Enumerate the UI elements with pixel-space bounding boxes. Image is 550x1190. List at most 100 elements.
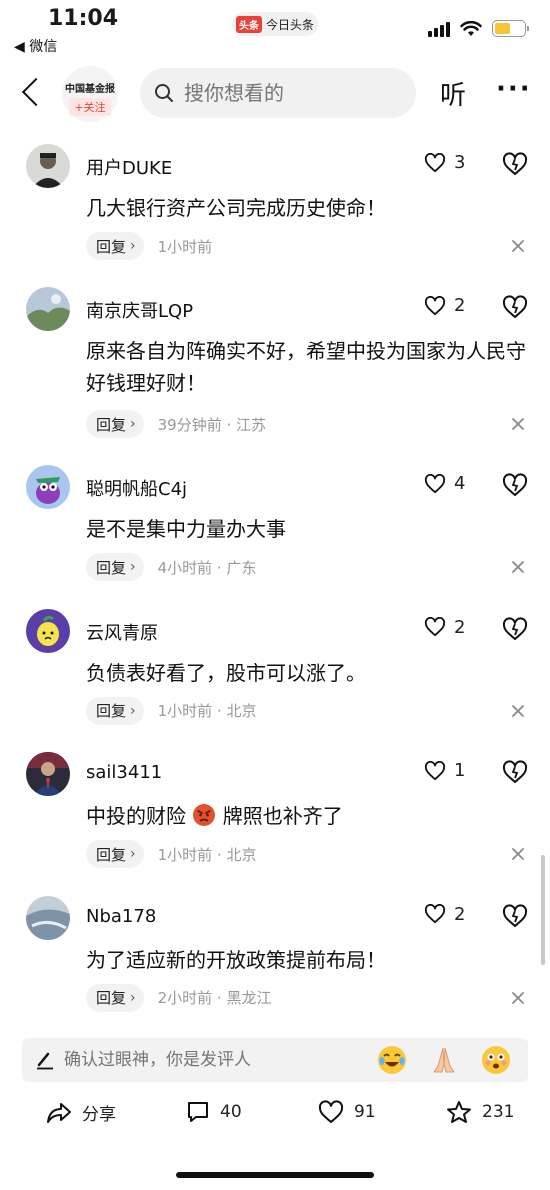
close-icon[interactable] xyxy=(510,559,526,575)
share-button[interactable]: 分享 xyxy=(46,1100,116,1125)
close-icon[interactable] xyxy=(510,416,526,432)
heart-icon xyxy=(318,1100,344,1123)
wifi-icon xyxy=(460,20,482,36)
like-count: 1 xyxy=(454,760,466,782)
reply-label: 回复 xyxy=(96,845,127,864)
like-button[interactable]: 4 xyxy=(424,473,465,494)
publisher-avatar[interactable]: 中国基金报 +关注 xyxy=(62,66,118,122)
back-to-app-link[interactable]: ◀ 微信 xyxy=(14,36,57,56)
comment-username[interactable]: 用户DUKE xyxy=(86,154,172,180)
reply-label: 回复 xyxy=(96,237,127,256)
avatar[interactable] xyxy=(26,287,70,332)
like-button[interactable]: 2 xyxy=(424,904,465,925)
heart-icon xyxy=(424,295,446,315)
broken-heart-icon[interactable] xyxy=(502,617,528,641)
broken-heart-icon[interactable] xyxy=(502,760,528,784)
comment-item: sail3411 1 中投的财险 牌照也补齐了 回复 › 1小时前 · 北京 xyxy=(0,748,550,891)
broken-heart-icon[interactable] xyxy=(502,903,528,928)
avatar[interactable] xyxy=(26,144,70,188)
like-button[interactable]: 2 xyxy=(424,617,465,638)
close-icon[interactable] xyxy=(510,990,526,1006)
bottom-action-bar: 分享 40 91 231 xyxy=(0,1096,550,1132)
comment-input-bar[interactable] xyxy=(22,1038,528,1082)
comment-text: 几大银行资产公司完成历史使命！ xyxy=(86,196,386,220)
reply-label: 回复 xyxy=(96,989,127,1008)
publisher-name: 中国基金报 xyxy=(65,84,115,95)
flushed-face-emoji-icon[interactable] xyxy=(480,1044,512,1076)
chevron-right-icon: › xyxy=(130,702,136,719)
like-count: 2 xyxy=(454,903,466,925)
comment-time: 1小时前 xyxy=(157,237,213,256)
search-input[interactable] xyxy=(184,81,404,105)
comment-bubble-icon xyxy=(188,1102,208,1122)
reply-button[interactable]: 回复 › xyxy=(86,232,144,260)
reply-label: 回复 xyxy=(96,415,127,434)
comment-time: 1小时前 · 北京 xyxy=(157,702,257,721)
heart-icon xyxy=(424,473,446,493)
close-icon[interactable] xyxy=(510,703,526,719)
heart-icon xyxy=(424,152,446,172)
comment-text-part: 中投的财险 xyxy=(86,804,186,829)
reply-label: 回复 xyxy=(96,558,127,577)
close-icon[interactable] xyxy=(510,238,526,254)
star-icon xyxy=(447,1101,471,1123)
comment-input[interactable] xyxy=(64,1050,364,1070)
reply-button[interactable]: 回复 › xyxy=(86,696,144,725)
favorite-count: 231 xyxy=(482,1102,515,1122)
system-icons xyxy=(428,20,529,37)
comment-meta: 回复 › 4小时前 · 广东 xyxy=(86,553,257,582)
like-button[interactable]: 1 xyxy=(424,760,465,781)
more-options-button[interactable]: ··· xyxy=(496,74,532,104)
scrollbar-thumb[interactable] xyxy=(541,855,545,965)
broken-heart-icon[interactable] xyxy=(502,295,528,319)
comment-meta: 回复 › 2小时前 · 黑龙江 xyxy=(86,983,271,1012)
cellular-signal-icon xyxy=(428,21,450,37)
comment-username[interactable]: 南京庆哥LQP xyxy=(86,297,193,323)
comment-username[interactable]: 云风青原 xyxy=(86,619,158,645)
like-button[interactable]: 2 xyxy=(424,295,465,316)
search-bar[interactable] xyxy=(140,68,416,118)
avatar[interactable] xyxy=(26,752,70,797)
avatar[interactable] xyxy=(26,465,70,510)
like-button[interactable]: 3 xyxy=(424,152,465,173)
reply-button[interactable]: 回复 › xyxy=(86,983,144,1012)
comment-time: 4小时前 · 广东 xyxy=(157,558,257,577)
broken-heart-icon[interactable] xyxy=(502,473,528,497)
chevron-right-icon: › xyxy=(130,238,136,254)
reply-button[interactable]: 回复 › xyxy=(86,840,144,869)
comment-time: 1小时前 · 北京 xyxy=(157,845,257,864)
like-count: 2 xyxy=(454,295,466,317)
comment-username[interactable]: 聪明帆船C4j xyxy=(86,475,187,501)
share-label: 分享 xyxy=(82,1105,116,1125)
comment-text: 是不是集中力量办大事 xyxy=(86,517,286,542)
pen-icon xyxy=(37,1052,53,1070)
close-icon[interactable] xyxy=(510,846,526,862)
comment-text: 为了适应新的开放政策提前布局！ xyxy=(86,947,386,972)
article-like-button[interactable]: 91 xyxy=(318,1100,376,1124)
laughing-tears-emoji-icon[interactable] xyxy=(376,1044,408,1076)
top-navigation: 中国基金报 +关注 听 ··· xyxy=(0,62,550,126)
article-like-count: 91 xyxy=(354,1102,376,1122)
share-icon xyxy=(47,1102,71,1123)
broken-heart-icon[interactable] xyxy=(502,152,528,176)
comment-username[interactable]: Nba178 xyxy=(86,906,156,927)
listen-button[interactable]: 听 xyxy=(440,75,466,112)
comment-count: 40 xyxy=(220,1102,242,1122)
comment-text: 原来各自为阵确实不好，希望中投为国家为人民守好钱理好财！ xyxy=(86,339,526,396)
comment-list: 用户DUKE 3 几大银行资产公司完成历史使命！ 回复 › 1小时前 南京庆哥LQ… xyxy=(0,140,550,1035)
praying-hands-emoji-icon[interactable] xyxy=(428,1044,460,1076)
avatar[interactable] xyxy=(26,895,70,940)
reply-button[interactable]: 回复 › xyxy=(86,410,144,439)
comment-count-button[interactable]: 40 xyxy=(186,1100,242,1124)
favorite-button[interactable]: 231 xyxy=(446,1100,514,1124)
avatar[interactable] xyxy=(26,608,70,653)
comment-item: 南京庆哥LQP 2 原来各自为阵确实不好，希望中投为国家为人民守好钱理好财！ 回… xyxy=(0,283,550,461)
comment-username[interactable]: sail3411 xyxy=(86,762,162,783)
comment-item: 云风青原 2 负债表好看了，股市可以涨了。 回复 › 1小时前 · 北京 xyxy=(0,605,550,748)
home-indicator[interactable] xyxy=(176,1172,374,1178)
follow-button[interactable]: +关注 xyxy=(69,98,111,116)
reply-label: 回复 xyxy=(96,702,127,721)
reply-button[interactable]: 回复 › xyxy=(86,553,144,582)
back-button[interactable] xyxy=(18,76,48,110)
like-count: 2 xyxy=(454,616,466,638)
